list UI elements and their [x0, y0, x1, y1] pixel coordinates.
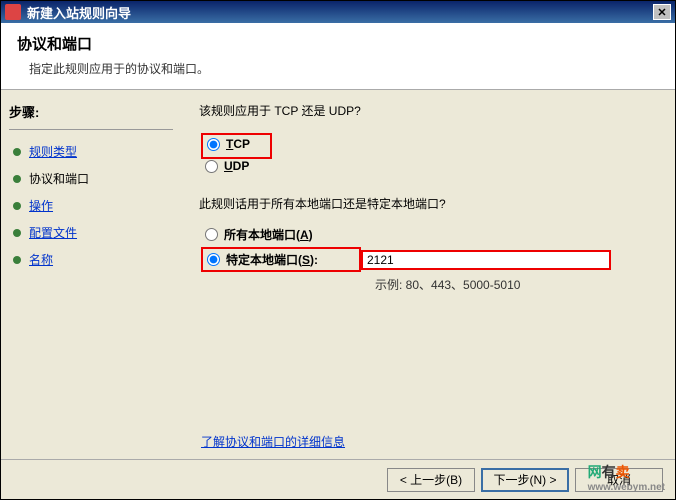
- specific-ports-label: 特定本地端口(S):: [226, 251, 318, 268]
- udp-radio[interactable]: [205, 160, 218, 173]
- step-label: 规则类型: [29, 143, 77, 160]
- step-profile[interactable]: 配置文件: [9, 219, 173, 246]
- step-name[interactable]: 名称: [9, 246, 173, 273]
- tcp-highlight: TCP: [201, 133, 272, 159]
- help-link[interactable]: 了解协议和端口的详细信息: [201, 433, 345, 450]
- back-button[interactable]: < 上一步(B): [387, 468, 475, 492]
- steps-sidebar: 步骤: 规则类型 协议和端口 操作 配置文件 名称: [1, 90, 181, 470]
- main-panel: 该规则应用于 TCP 还是 UDP? TCP UDP 此规则话用于所有本地端口还…: [181, 90, 675, 470]
- port-example: 示例: 80、443、5000-5010: [375, 276, 657, 293]
- all-ports-radio-row[interactable]: 所有本地端口(A): [205, 226, 657, 243]
- step-label: 名称: [29, 251, 53, 268]
- udp-label: UDP: [224, 159, 249, 173]
- step-label: 操作: [29, 197, 53, 214]
- all-ports-label: 所有本地端口(A): [224, 226, 313, 243]
- step-label: 协议和端口: [29, 170, 89, 187]
- wizard-header: 协议和端口 指定此规则应用于的协议和端口。: [1, 23, 675, 90]
- specific-ports-row: 特定本地端口(S):: [205, 247, 657, 272]
- step-label: 配置文件: [29, 224, 77, 241]
- port-input[interactable]: [361, 250, 611, 270]
- watermark: 网有卖 www.webym.net: [588, 462, 665, 493]
- specific-ports-highlight: 特定本地端口(S):: [201, 247, 361, 272]
- step-action[interactable]: 操作: [9, 192, 173, 219]
- bullet-icon: [13, 256, 21, 264]
- specific-ports-radio-row[interactable]: 特定本地端口(S):: [207, 251, 318, 268]
- tcp-radio[interactable]: [207, 138, 220, 151]
- tcp-radio-row[interactable]: TCP: [207, 137, 250, 151]
- bullet-icon: [13, 229, 21, 237]
- steps-heading: 步骤:: [9, 102, 173, 121]
- tcp-label: TCP: [226, 137, 250, 151]
- wizard-window: 新建入站规则向导 ✕ 协议和端口 指定此规则应用于的协议和端口。 步骤: 规则类…: [0, 0, 676, 500]
- wizard-body: 步骤: 规则类型 协议和端口 操作 配置文件 名称: [1, 90, 675, 470]
- bullet-icon: [13, 148, 21, 156]
- divider: [9, 129, 173, 130]
- protocol-question: 该规则应用于 TCP 还是 UDP?: [199, 102, 657, 119]
- step-rule-type[interactable]: 规则类型: [9, 138, 173, 165]
- window-title: 新建入站规则向导: [27, 3, 653, 22]
- ports-radio-group: 所有本地端口(A) 特定本地端口(S): 示例: 80、443、5000-501…: [205, 226, 657, 293]
- close-button[interactable]: ✕: [653, 4, 671, 20]
- page-description: 指定此规则应用于的协议和端口。: [29, 60, 659, 77]
- next-button[interactable]: 下一步(N) >: [481, 468, 569, 492]
- all-ports-radio[interactable]: [205, 228, 218, 241]
- udp-radio-row[interactable]: UDP: [205, 159, 657, 173]
- step-protocol-ports: 协议和端口: [9, 165, 173, 192]
- titlebar: 新建入站规则向导 ✕: [1, 1, 675, 23]
- protocol-radio-group: TCP UDP: [205, 133, 657, 173]
- page-title: 协议和端口: [17, 33, 659, 54]
- bullet-icon: [13, 175, 21, 183]
- wizard-footer: < 上一步(B) 下一步(N) > 取消: [1, 459, 675, 499]
- ports-question: 此规则话用于所有本地端口还是特定本地端口?: [199, 195, 657, 212]
- bullet-icon: [13, 202, 21, 210]
- app-icon: [5, 4, 21, 20]
- specific-ports-radio[interactable]: [207, 253, 220, 266]
